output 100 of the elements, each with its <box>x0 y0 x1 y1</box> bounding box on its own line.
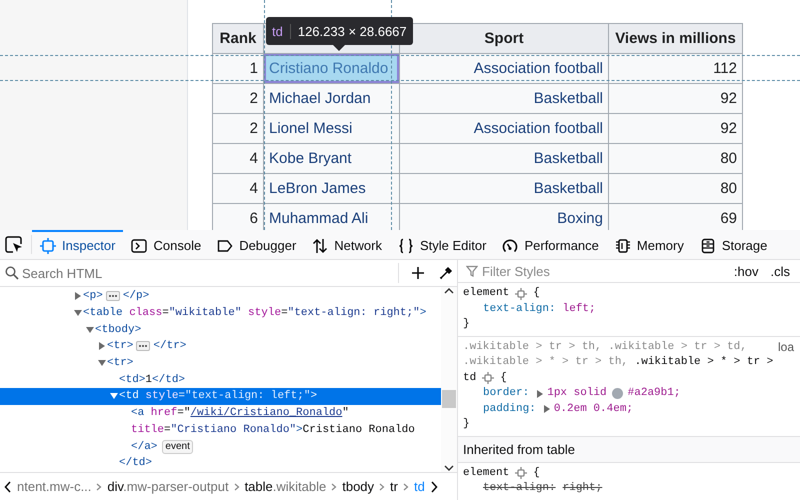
markup-code[interactable]: <a href="/wiki/Cristiano_Ronaldo" <box>131 407 349 420</box>
rule-selector: .wikitable > * > tr > <box>634 355 774 370</box>
triangle-icon[interactable] <box>98 359 106 368</box>
breadcrumb[interactable]: ntent.mw-c... <box>17 479 92 494</box>
markup-code[interactable]: <tr> <box>107 340 134 352</box>
eyedropper-icon[interactable] <box>439 266 453 280</box>
devtools-tab[interactable]: Console <box>123 230 210 259</box>
declaration-name[interactable]: padding: <box>483 402 536 417</box>
chip-icon <box>614 238 631 254</box>
braces-icon <box>398 238 414 254</box>
table-link[interactable]: Basketball <box>400 84 608 114</box>
ellipsis-icon[interactable] <box>106 291 120 302</box>
selection-highlight[interactable]: <td style="text-align: left;"> <box>0 388 441 405</box>
toggle-button[interactable]: .cls <box>766 264 794 278</box>
table-cell: 2 <box>212 84 264 114</box>
markup-code[interactable]: <p> <box>83 290 103 302</box>
table-link[interactable]: Lionel Messi <box>264 114 400 144</box>
brace-text: } <box>463 318 470 330</box>
expand-triangle-icon[interactable] <box>536 390 544 398</box>
brace-text: } <box>463 418 470 430</box>
chevron-right-icon <box>234 482 240 490</box>
devtools-tab[interactable]: Network <box>304 230 390 259</box>
chevron-right-icon[interactable] <box>430 480 438 492</box>
declaration-value[interactable]: right; <box>562 481 602 496</box>
table-link[interactable]: Basketball <box>400 144 608 174</box>
triangle-icon[interactable] <box>86 326 94 334</box>
breadcrumb[interactable]: table.wikitable <box>244 479 326 494</box>
scrollbar[interactable] <box>441 287 457 472</box>
tag-icon <box>217 238 234 254</box>
markup-code[interactable]: <td>1</td> <box>119 374 186 386</box>
declaration-value[interactable]: 0.2em 0.4em; <box>554 402 634 417</box>
color-swatch[interactable] <box>612 388 623 400</box>
devtools-tab[interactable]: Inspector <box>32 230 124 259</box>
table-cell: 4 <box>212 144 264 174</box>
chevron-down-icon[interactable] <box>444 464 454 472</box>
markup-code[interactable]: <tbody> <box>95 324 142 336</box>
breadcrumb[interactable]: td <box>414 479 425 494</box>
markup-code[interactable]: </p> <box>122 290 150 302</box>
filter-field[interactable]: Filter Styles <box>482 260 726 282</box>
chevron-up-icon[interactable] <box>444 287 454 295</box>
color-value[interactable]: #a2a9b1; <box>628 386 680 402</box>
declaration-name[interactable]: text-align: <box>483 481 556 496</box>
rule-selector: element <box>463 466 510 480</box>
search-field[interactable]: Search HTML <box>22 262 395 284</box>
table-link[interactable]: LeBron James <box>264 174 400 204</box>
markup-code[interactable]: </tr> <box>153 340 186 352</box>
triangle-icon[interactable] <box>74 309 82 318</box>
scroll-thumb[interactable] <box>442 390 456 408</box>
table-link[interactable]: Kobe Bryant <box>264 144 400 174</box>
breadcrumb[interactable]: tbody <box>342 479 374 494</box>
declaration-name[interactable]: border: <box>483 386 530 402</box>
devtools-tab[interactable]: Storage <box>692 230 776 259</box>
triangle-icon[interactable] <box>98 342 106 350</box>
declaration-value[interactable]: 1px solid <box>547 386 607 402</box>
event-badge[interactable]: event <box>162 440 193 454</box>
column-header: Views in millions <box>608 24 742 54</box>
target-icon[interactable] <box>482 372 494 384</box>
table-link[interactable]: Boxing <box>400 204 608 230</box>
triangle-icon[interactable] <box>110 392 118 400</box>
search-icon <box>5 266 19 280</box>
table-link[interactable]: Michael Jordan <box>264 84 400 114</box>
brace-text: { <box>533 286 540 301</box>
breadcrumb[interactable]: div.mw-parser-output <box>107 479 229 494</box>
markup-code[interactable]: <table class="wikitable" style="text-align: right;"> <box>83 307 426 320</box>
expand-triangle-icon[interactable] <box>542 405 551 414</box>
chevron-right-icon <box>403 482 409 490</box>
declaration-name[interactable]: text-align: <box>483 302 556 317</box>
devtools-tab[interactable]: Memory <box>606 230 692 259</box>
rule-source[interactable]: loa <box>778 340 794 355</box>
markup-code[interactable]: </td> <box>119 457 152 470</box>
target-icon[interactable] <box>515 288 528 300</box>
tooltip-tag: td <box>272 24 283 38</box>
chevron-right-icon <box>96 482 102 490</box>
devtools-tab[interactable]: Style Editor <box>390 230 494 259</box>
table-cell: 92 <box>608 84 742 114</box>
table-link[interactable]: Association football <box>400 114 608 144</box>
arrows-icon <box>312 238 328 254</box>
rule-selector: element <box>463 286 510 301</box>
ellipsis-icon[interactable] <box>136 341 150 352</box>
element-picker-icon[interactable] <box>5 236 23 254</box>
table-link[interactable]: Muhammad Ali <box>264 204 400 230</box>
devtools-tab[interactable]: Debugger <box>209 230 304 259</box>
markup-code[interactable]: <td style="text-align: left;"> <box>119 390 318 402</box>
table-cell: 112 <box>608 54 742 84</box>
plus-icon[interactable] <box>411 266 425 280</box>
toggle-button[interactable]: :hov <box>730 264 762 278</box>
devtools-tab[interactable]: Performance <box>494 230 607 259</box>
table-link[interactable]: Basketball <box>400 174 608 204</box>
chevron-left-icon[interactable] <box>4 480 12 492</box>
filter-icon <box>466 265 478 277</box>
markup-code[interactable]: title="Cristiano Ronaldo">Cristiano Ronaldo <box>131 424 415 436</box>
table-link[interactable]: Association football <box>400 54 608 84</box>
markup-code[interactable]: <tr> <box>107 357 134 370</box>
breadcrumb[interactable]: tr <box>390 479 398 494</box>
table-cell: 6 <box>212 204 264 230</box>
section-header: Inherited from table <box>458 436 800 462</box>
triangle-icon[interactable] <box>74 292 82 300</box>
declaration-value[interactable]: left; <box>562 302 596 317</box>
target-icon[interactable] <box>515 467 528 480</box>
markup-code[interactable]: </a> <box>131 440 158 453</box>
